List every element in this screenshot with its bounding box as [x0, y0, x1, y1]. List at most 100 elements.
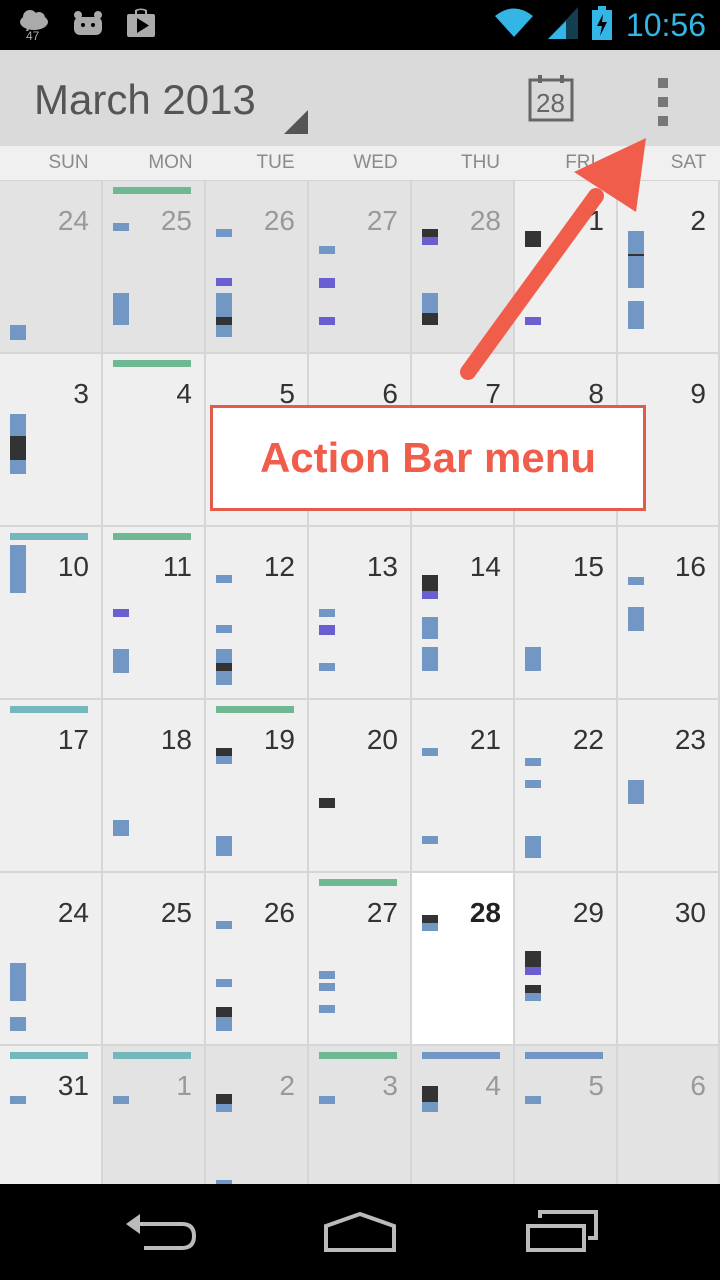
day-cell[interactable]: 29 [515, 873, 618, 1046]
event-bar [422, 575, 438, 591]
day-number: 14 [469, 551, 501, 582]
day-cell[interactable]: 3 [0, 354, 103, 527]
overflow-dot-icon [658, 116, 668, 126]
event-bar [216, 325, 232, 337]
event-bar [113, 1096, 129, 1104]
day-cell[interactable]: 5 [515, 1046, 618, 1184]
day-cell[interactable]: 12 [206, 527, 309, 700]
event-bar [10, 325, 26, 340]
today-button[interactable]: 28 [528, 74, 574, 122]
day-number: 6 [690, 1070, 706, 1101]
home-icon [324, 1211, 396, 1252]
home-button[interactable] [320, 1208, 400, 1256]
event-bar [422, 313, 438, 325]
recent-apps-icon [526, 1210, 598, 1252]
dow-label: THU [460, 152, 501, 173]
event-bar [319, 278, 335, 288]
day-number: 18 [160, 724, 192, 755]
day-cell[interactable]: 4 [103, 354, 206, 527]
event-bar [10, 545, 26, 593]
day-cell[interactable]: 18 [103, 700, 206, 873]
all-day-event [422, 1052, 500, 1059]
event-bar [422, 229, 438, 237]
event-bar [216, 748, 232, 756]
event-bar [628, 607, 644, 631]
event-bar [628, 231, 644, 255]
day-number: 3 [382, 1070, 398, 1101]
day-cell[interactable]: 13 [309, 527, 412, 700]
dow-label: SUN [48, 152, 89, 173]
event-bar [628, 780, 644, 804]
spinner-triangle-icon[interactable] [284, 110, 308, 134]
event-bar [525, 993, 541, 1001]
day-cell[interactable]: 25 [103, 181, 206, 354]
all-day-event [113, 1052, 191, 1059]
overflow-dot-icon [658, 78, 668, 88]
day-cell[interactable]: 19 [206, 700, 309, 873]
day-cell[interactable]: 26 [206, 873, 309, 1046]
day-number: 1 [588, 205, 604, 236]
day-of-week-header: SUN MON TUE WED THU FRI SAT [0, 146, 720, 181]
day-cell[interactable]: 16 [618, 527, 720, 700]
day-number: 27 [366, 897, 398, 928]
today-day-cell[interactable]: 28 [412, 873, 515, 1046]
day-cell[interactable]: 6 [618, 1046, 720, 1184]
day-cell[interactable]: 24 [0, 181, 103, 354]
event-bar [628, 256, 644, 288]
event-bar [216, 278, 232, 286]
day-cell[interactable]: 22 [515, 700, 618, 873]
month-grid: 24 25 26 27 28 1 2 3 4 5 6 7 8 9 10 11 1… [0, 181, 720, 1184]
back-button[interactable] [122, 1208, 202, 1256]
all-day-event [525, 1052, 603, 1059]
day-cell[interactable]: 1 [515, 181, 618, 354]
event-bar [216, 649, 232, 663]
event-bar [319, 625, 335, 635]
overflow-menu-button[interactable] [650, 78, 676, 126]
all-day-event [10, 533, 88, 540]
day-cell[interactable]: 26 [206, 181, 309, 354]
day-cell[interactable]: 2 [618, 181, 720, 354]
day-cell[interactable]: 10 [0, 527, 103, 700]
status-bar: 47 10:56 [0, 0, 720, 50]
month-spinner-title[interactable]: March 2013 [34, 76, 256, 124]
day-cell[interactable]: 25 [103, 873, 206, 1046]
overflow-dot-icon [658, 97, 668, 107]
event-bar [10, 1096, 26, 1104]
action-bar: March 2013 28 [0, 50, 720, 148]
event-bar [216, 836, 232, 856]
day-cell[interactable]: 3 [309, 1046, 412, 1184]
event-bar [422, 617, 438, 639]
day-number: 3 [73, 378, 89, 409]
day-cell[interactable]: 27 [309, 181, 412, 354]
event-bar [422, 293, 438, 313]
event-bar [113, 609, 129, 617]
day-cell[interactable]: 1 [103, 1046, 206, 1184]
dow-label: WED [353, 152, 398, 173]
day-cell[interactable]: 31 [0, 1046, 103, 1184]
day-cell[interactable]: 4 [412, 1046, 515, 1184]
event-bar [216, 317, 232, 325]
day-cell[interactable]: 23 [618, 700, 720, 873]
day-cell[interactable]: 30 [618, 873, 720, 1046]
day-number: 13 [366, 551, 398, 582]
day-cell[interactable]: 15 [515, 527, 618, 700]
day-number: 23 [674, 724, 706, 755]
day-cell[interactable]: 24 [0, 873, 103, 1046]
day-cell[interactable]: 20 [309, 700, 412, 873]
play-store-icon [126, 8, 156, 43]
all-day-event [319, 879, 397, 886]
day-number: 9 [690, 378, 706, 409]
day-cell[interactable]: 14 [412, 527, 515, 700]
dow-label: MON [148, 152, 193, 173]
day-cell[interactable]: 28 [412, 181, 515, 354]
day-cell[interactable]: 2 [206, 1046, 309, 1184]
day-cell[interactable]: 27 [309, 873, 412, 1046]
day-number: 1 [176, 1070, 192, 1101]
day-cell[interactable]: 17 [0, 700, 103, 873]
day-cell[interactable]: 21 [412, 700, 515, 873]
day-cell[interactable]: 11 [103, 527, 206, 700]
event-bar [113, 820, 129, 836]
day-number: 4 [176, 378, 192, 409]
recent-apps-button[interactable] [522, 1208, 602, 1256]
event-bar [216, 1007, 232, 1017]
